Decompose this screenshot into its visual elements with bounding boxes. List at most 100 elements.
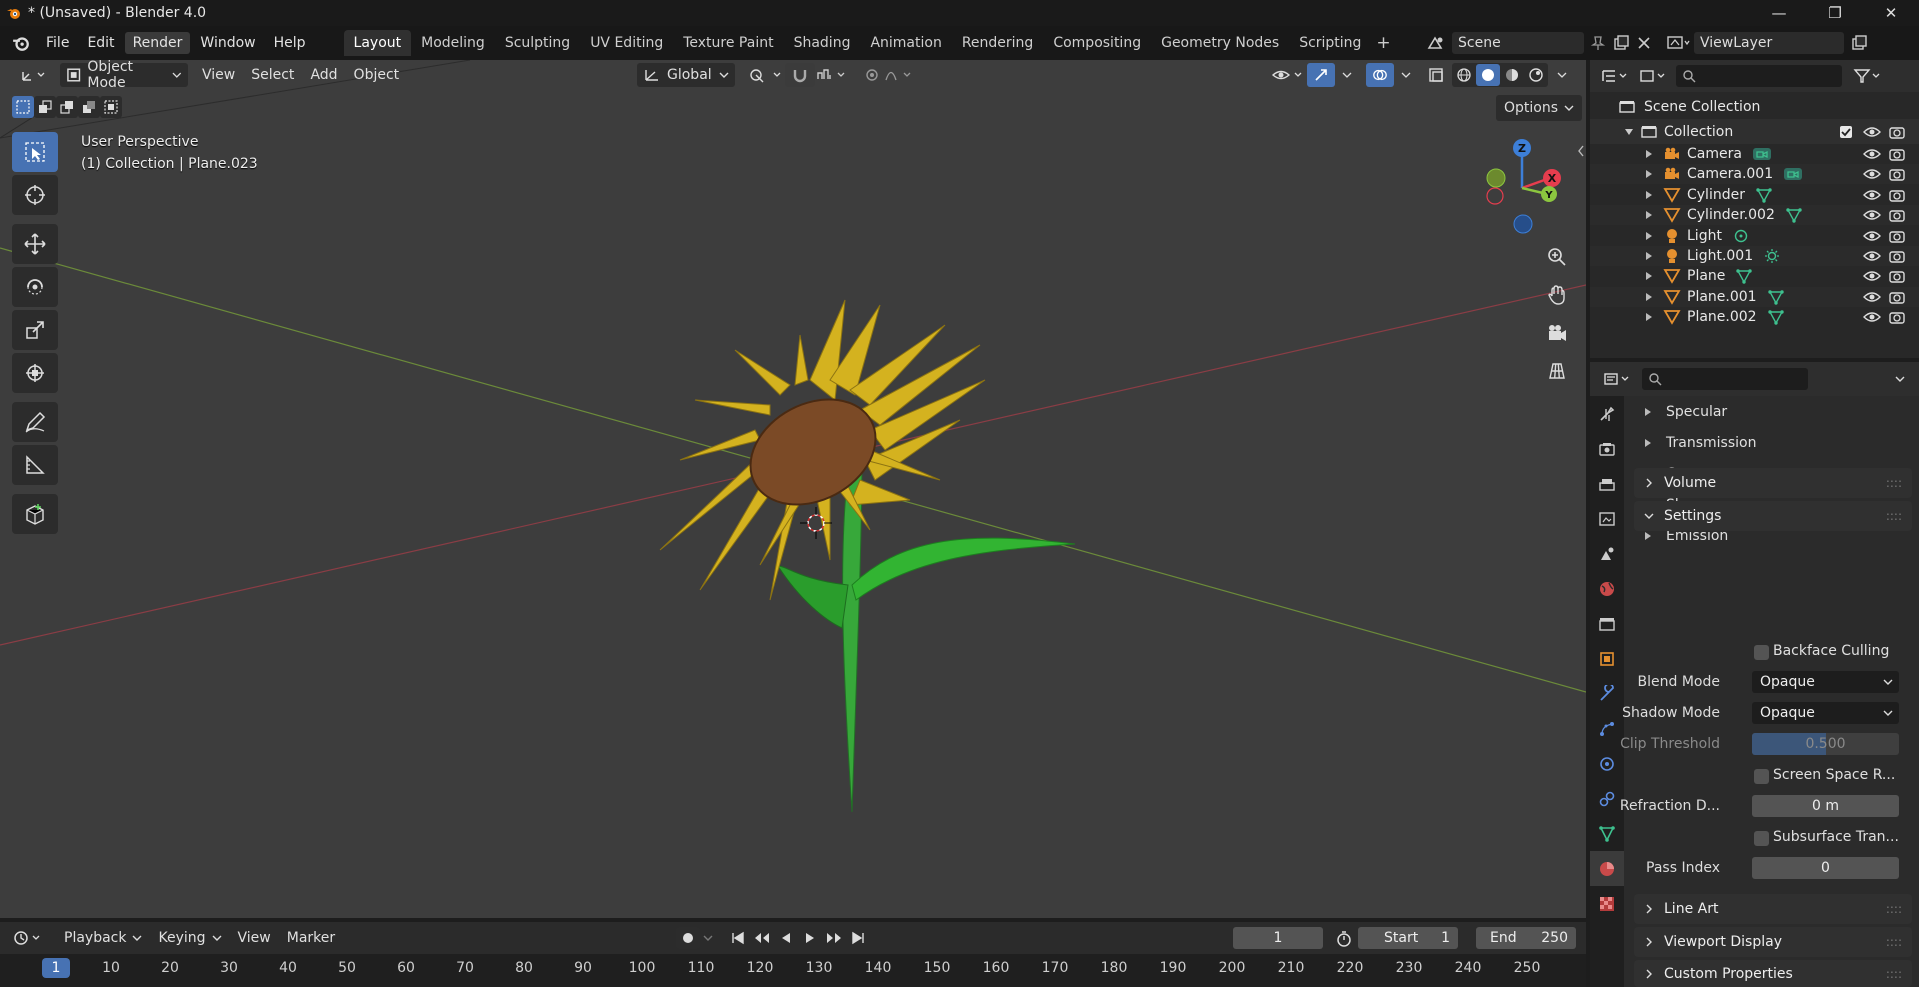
select-invert-icon[interactable] (78, 96, 100, 118)
collection-tab-icon[interactable] (1590, 606, 1624, 641)
outliner-item[interactable]: Cylinder (1590, 185, 1919, 205)
tab-scripting[interactable]: Scripting (1289, 30, 1371, 56)
volume-panel-header[interactable]: Volume :::: (1634, 468, 1912, 498)
render-camera-icon[interactable] (1889, 147, 1905, 161)
eye-icon[interactable] (1863, 125, 1881, 139)
filter-icon[interactable] (1850, 65, 1884, 87)
close-button[interactable]: ✕ (1863, 0, 1919, 26)
blend-mode-select[interactable]: Opaque (1752, 671, 1899, 693)
camera-view-icon[interactable] (1540, 316, 1574, 350)
view-layer-icon[interactable] (1666, 34, 1690, 52)
eye-icon[interactable] (1863, 249, 1881, 263)
tab-animation[interactable]: Animation (860, 30, 951, 56)
expand-arrow-icon[interactable] (1645, 190, 1653, 200)
delete-scene-icon[interactable] (1636, 35, 1652, 51)
subsurface-translucency-checkbox[interactable] (1754, 831, 1769, 846)
zoom-icon[interactable] (1540, 240, 1574, 274)
menu-help[interactable]: Help (266, 32, 314, 54)
tab-rendering[interactable]: Rendering (952, 30, 1044, 56)
menu-edit[interactable]: Edit (79, 32, 122, 54)
pass-index-field[interactable]: 0 (1752, 857, 1899, 879)
perspective-toggle-icon[interactable] (1540, 354, 1574, 388)
add-cube-tool[interactable] (12, 494, 58, 534)
subpanel-specular[interactable]: Specular (1644, 398, 1727, 426)
object-tab-icon[interactable] (1590, 641, 1624, 676)
collapse-arrow-icon[interactable] (1624, 127, 1634, 137)
render-camera-icon[interactable] (1889, 229, 1905, 243)
render-camera-icon[interactable] (1889, 188, 1905, 202)
drag-handle-icon[interactable]: :::: (1886, 967, 1902, 981)
menu-file[interactable]: File (38, 32, 77, 54)
viewport-scene[interactable]: Z X Y (0, 60, 1586, 918)
tab-uv-editing[interactable]: UV Editing (580, 30, 673, 56)
outliner-item[interactable]: Camera.001 (1590, 164, 1919, 185)
material-shading-icon[interactable] (1500, 64, 1524, 86)
expand-arrow-icon[interactable] (1645, 292, 1653, 302)
outliner-search-input[interactable] (1676, 65, 1842, 87)
eye-icon[interactable] (1863, 229, 1881, 243)
mesh-data-icon[interactable] (1735, 268, 1753, 285)
options-button[interactable]: Options (1496, 95, 1583, 121)
drag-handle-icon[interactable]: :::: (1886, 509, 1902, 523)
cursor-tool[interactable] (12, 175, 58, 215)
tab-modeling[interactable]: Modeling (411, 30, 495, 56)
line-art-panel-header[interactable]: Line Art :::: (1634, 894, 1912, 924)
viewport-display-panel-header[interactable]: Viewport Display :::: (1634, 927, 1912, 957)
tab-texture-paint[interactable]: Texture Paint (673, 30, 783, 56)
sidebar-toggle-icon[interactable] (1576, 144, 1586, 158)
outliner-item[interactable]: Light.001 (1590, 246, 1919, 266)
tab-sculpting[interactable]: Sculpting (495, 30, 580, 56)
pin-icon[interactable] (1590, 35, 1606, 51)
backface-culling-checkbox[interactable] (1754, 645, 1769, 660)
current-frame-marker[interactable]: 1 (42, 958, 70, 978)
outliner-item[interactable]: Cylinder.002 (1590, 205, 1919, 226)
outliner-item[interactable]: Plane.001 (1590, 286, 1919, 307)
timeline-ruler[interactable]: 1 10 20 30 40 50 60 70 80 90 100 110 120 130 140 150 160… (0, 954, 1586, 987)
visibility-button[interactable] (1265, 63, 1313, 87)
select-new-icon[interactable] (12, 96, 34, 118)
render-camera-icon[interactable] (1889, 249, 1905, 263)
end-frame-field[interactable]: End 250 (1476, 927, 1576, 949)
snap-target-button[interactable] (810, 63, 856, 87)
scale-tool[interactable] (12, 310, 58, 350)
view-layer-tab-icon[interactable] (1590, 501, 1624, 536)
drag-handle-icon[interactable]: :::: (1886, 476, 1902, 490)
timeline-editor-type-icon[interactable] (10, 927, 46, 949)
transform-tool[interactable] (12, 353, 58, 393)
outliner-item[interactable]: Plane (1590, 266, 1919, 286)
render-camera-icon[interactable] (1889, 125, 1905, 139)
mesh-data-icon[interactable] (1755, 187, 1773, 203)
expand-arrow-icon[interactable] (1645, 210, 1653, 220)
gizmo-dropdown[interactable] (1335, 63, 1359, 87)
select-intersect-icon[interactable] (100, 96, 122, 118)
start-frame-field[interactable]: Start 1 (1358, 927, 1458, 949)
xray-toggle[interactable] (1422, 63, 1450, 87)
drag-handle-icon[interactable]: :::: (1886, 902, 1902, 916)
outliner-editor-type-icon[interactable] (1598, 65, 1632, 87)
eye-icon[interactable] (1863, 310, 1881, 324)
clip-threshold-slider[interactable]: 0.500 (1752, 733, 1899, 755)
tab-geometry-nodes[interactable]: Geometry Nodes (1151, 30, 1289, 56)
world-tab-icon[interactable] (1590, 571, 1624, 606)
select-box-tool[interactable] (12, 132, 58, 172)
eye-icon[interactable] (1863, 167, 1881, 181)
render-camera-icon[interactable] (1889, 290, 1905, 304)
record-options-icon[interactable] (700, 927, 716, 949)
outliner-scene-collection[interactable]: Scene Collection (1590, 94, 1919, 119)
texture-tab-icon[interactable] (1590, 886, 1624, 921)
drag-handle-icon[interactable]: :::: (1886, 935, 1902, 949)
scene-tab-icon[interactable] (1590, 536, 1624, 571)
stopwatch-icon[interactable] (1335, 930, 1353, 948)
tool-tab-icon[interactable] (1590, 396, 1624, 431)
eye-icon[interactable] (1863, 269, 1881, 283)
expand-arrow-icon[interactable] (1645, 149, 1653, 159)
expand-arrow-icon[interactable] (1645, 312, 1653, 322)
scene-icon[interactable] (1426, 34, 1448, 52)
new-view-layer-icon[interactable] (1850, 34, 1868, 52)
menu-view[interactable]: View (196, 63, 241, 87)
blender-menu-icon[interactable] (12, 34, 30, 52)
measure-tool[interactable] (12, 445, 58, 485)
menu-timeline-view[interactable]: View (232, 926, 277, 950)
menu-render[interactable]: Render (124, 32, 191, 54)
properties-editor-type-icon[interactable] (1600, 368, 1634, 390)
